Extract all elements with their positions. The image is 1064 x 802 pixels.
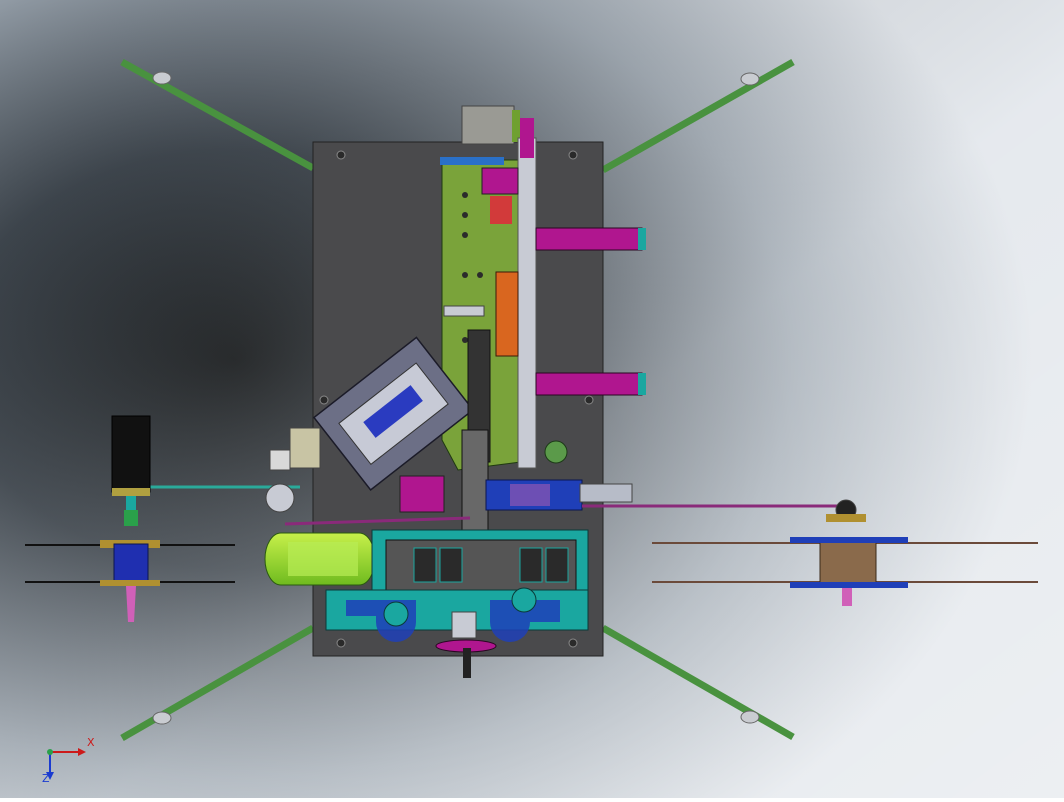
right-reel-collar bbox=[826, 514, 866, 522]
coordinate-triad: X Z bbox=[42, 736, 95, 782]
foot-bottom-left bbox=[152, 711, 172, 725]
bottom-gear-mount bbox=[451, 611, 477, 639]
cylinder-gripper bbox=[510, 484, 550, 506]
upper-magenta-arm bbox=[535, 227, 643, 251]
rail-magenta-block bbox=[520, 118, 534, 158]
upper-clamp-block bbox=[481, 167, 519, 195]
idler-roller bbox=[265, 483, 295, 513]
top-motor-flange bbox=[512, 110, 520, 142]
left-reel-core bbox=[113, 543, 149, 585]
orange-slider bbox=[495, 271, 519, 357]
x-axis-arrow bbox=[78, 748, 86, 756]
left-reel-hub-bottom bbox=[100, 580, 160, 586]
left-motor-base bbox=[112, 488, 150, 496]
right-reel-core bbox=[819, 539, 877, 585]
upper-arm-cap bbox=[638, 228, 646, 250]
right-reel-hub-bottom bbox=[790, 582, 908, 588]
red-feeder-block bbox=[399, 475, 445, 513]
cylinder-rod bbox=[579, 483, 633, 503]
right-reel-pin bbox=[842, 588, 852, 606]
green-knob bbox=[544, 440, 568, 464]
lower-arm-cap bbox=[638, 373, 646, 395]
bottom-shaft bbox=[463, 648, 471, 678]
lime-roller-band bbox=[288, 542, 358, 576]
right-pocket-hole bbox=[511, 587, 537, 613]
cad-assembly-view bbox=[0, 0, 1064, 798]
left-motor-flange bbox=[124, 510, 138, 526]
side-tab bbox=[443, 305, 485, 317]
vertical-slide-rail bbox=[517, 137, 537, 469]
cad-viewport[interactable]: X Z bbox=[0, 0, 1064, 798]
foot-top-right bbox=[740, 72, 760, 86]
upper-bracket bbox=[440, 157, 504, 165]
idler-bracket bbox=[289, 427, 321, 469]
right-reel-hub bbox=[790, 537, 908, 543]
x-axis-label: X bbox=[87, 736, 95, 749]
left-pocket-hole bbox=[383, 601, 409, 627]
top-stepper-motor bbox=[461, 105, 515, 145]
lower-magenta-arm bbox=[535, 372, 643, 396]
left-motor-body bbox=[111, 415, 151, 493]
foot-top-left bbox=[152, 71, 172, 85]
small-bracket bbox=[269, 449, 291, 471]
foot-bottom-right bbox=[740, 710, 760, 724]
z-axis-label: Z bbox=[42, 772, 50, 782]
upper-red-block bbox=[490, 196, 512, 224]
triad-origin bbox=[47, 749, 53, 755]
